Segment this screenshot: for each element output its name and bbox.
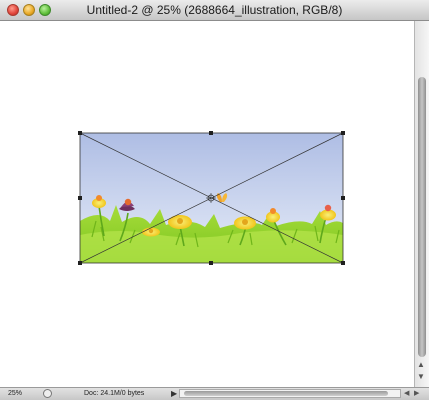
play-icon[interactable]: ▶ [171, 389, 177, 398]
scroll-left-icon[interactable]: ◀ [404, 389, 409, 397]
status-icon[interactable] [43, 389, 52, 398]
status-bar: 25% Doc: 24.1M/0 bytes ▶ ◀ ▶ [0, 387, 429, 400]
document-canvas[interactable] [0, 21, 414, 387]
scroll-up-icon[interactable]: ▲ [417, 361, 425, 369]
vertical-scrollbar[interactable]: ▲ ▼ [414, 21, 429, 387]
horizontal-scroll-thumb[interactable] [184, 391, 388, 396]
flower [168, 215, 192, 229]
document-info: Doc: 24.1M/0 bytes [84, 390, 145, 397]
window-title: Untitled-2 @ 25% (2688664_illustration, … [86, 3, 343, 17]
vertical-scroll-thumb[interactable] [418, 77, 426, 357]
window-titlebar: Untitled-2 @ 25% (2688664_illustration, … [0, 0, 429, 21]
scroll-right-icon[interactable]: ▶ [414, 389, 419, 397]
scroll-down-icon[interactable]: ▼ [417, 373, 425, 381]
zoom-level[interactable]: 25% [8, 390, 22, 397]
flower [142, 227, 160, 237]
illustration-artwork [78, 131, 345, 265]
horizontal-scrollbar[interactable] [179, 389, 401, 398]
